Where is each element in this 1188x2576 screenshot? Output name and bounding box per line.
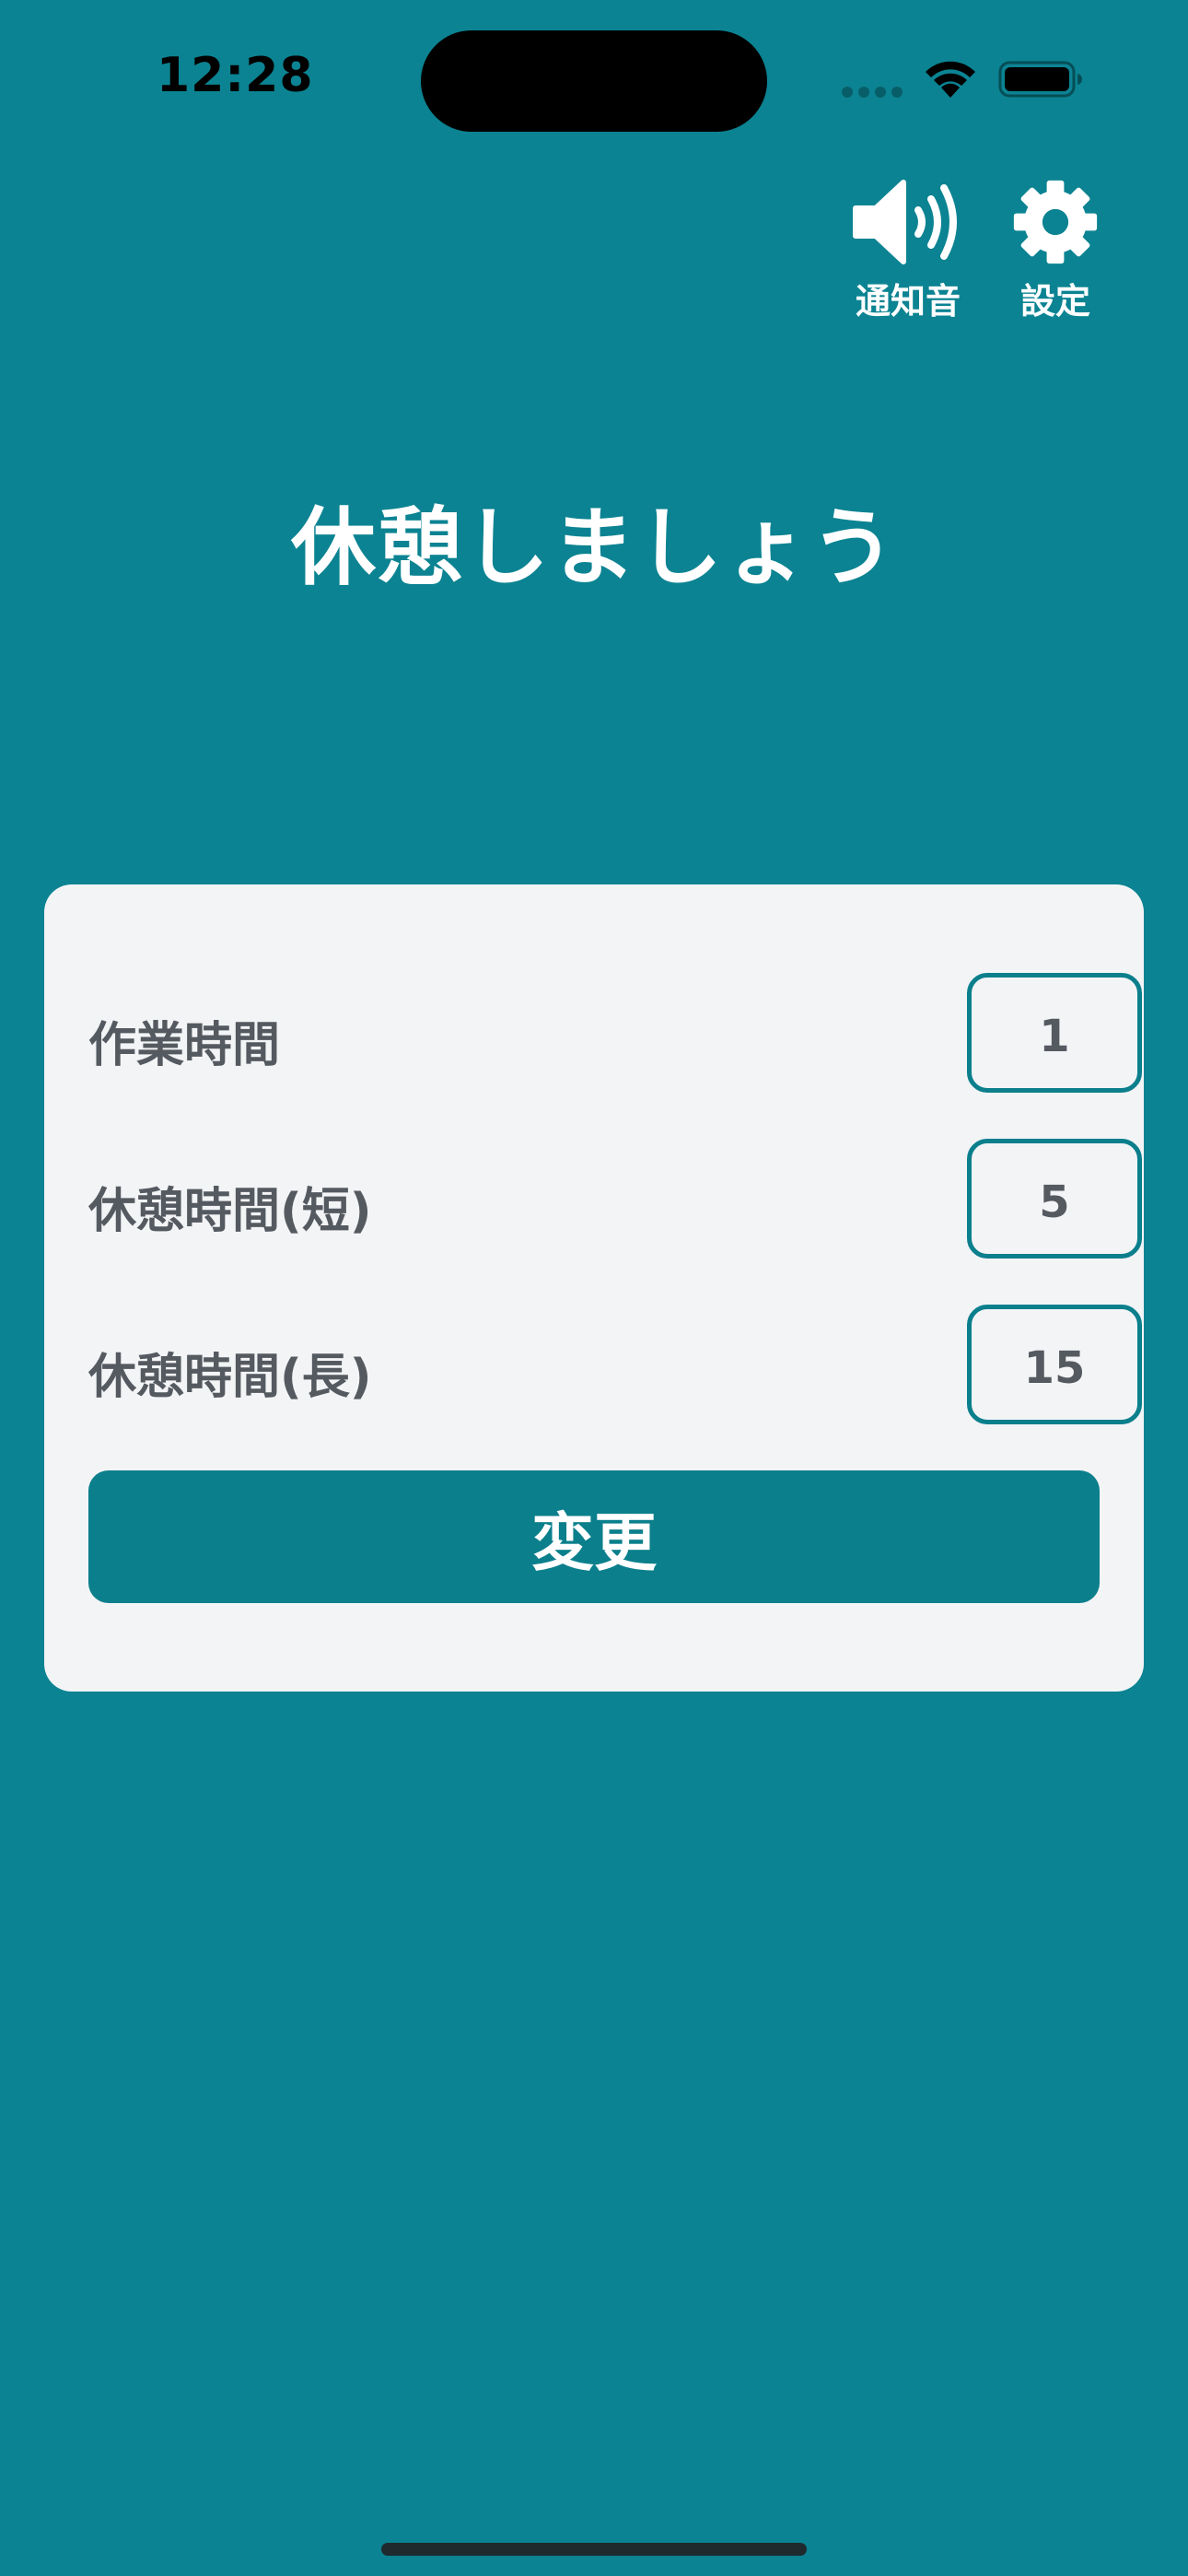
long-break-label: 休憩時間(長) xyxy=(88,1350,372,1405)
long-break-row: 休憩時間(長) xyxy=(88,1305,1144,1424)
change-button[interactable]: 変更 xyxy=(88,1470,1100,1603)
settings-button[interactable]: 設定 xyxy=(1011,179,1100,323)
notification-sound-label: 通知音 xyxy=(855,281,961,322)
status-time: 12:28 xyxy=(157,48,314,103)
timer-settings-card: 作業時間 休憩時間(短) 休憩時間(長) 変更 xyxy=(44,884,1144,1692)
cellular-signal-icon xyxy=(842,87,906,100)
short-break-label: 休憩時間(短) xyxy=(88,1184,372,1239)
home-indicator[interactable] xyxy=(381,2543,807,2556)
battery-icon xyxy=(998,61,1082,98)
notification-sound-button[interactable]: 通知音 xyxy=(847,179,969,323)
speaker-icon xyxy=(853,180,957,264)
dynamic-island xyxy=(421,30,767,132)
gear-icon xyxy=(1013,180,1098,264)
page-title: 休憩しましょう xyxy=(290,498,897,597)
long-break-input[interactable] xyxy=(967,1305,1142,1424)
wifi-icon xyxy=(926,61,975,98)
short-break-row: 休憩時間(短) xyxy=(88,1139,1144,1259)
settings-label: 設定 xyxy=(1019,281,1090,322)
short-break-input[interactable] xyxy=(967,1139,1142,1259)
work-time-label: 作業時間 xyxy=(88,1018,281,1073)
work-time-row: 作業時間 xyxy=(88,973,1144,1093)
work-time-input[interactable] xyxy=(967,973,1142,1093)
